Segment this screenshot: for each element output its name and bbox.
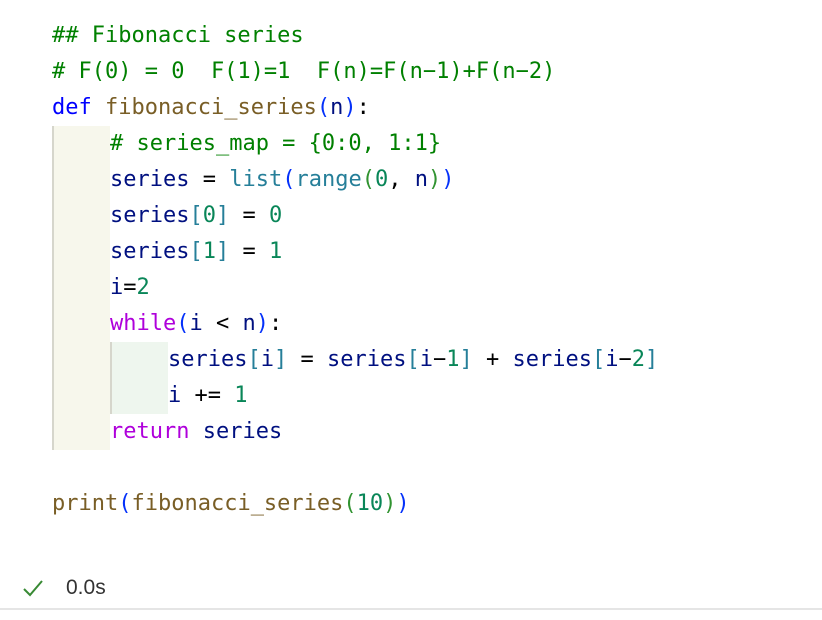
code-token-op: , bbox=[388, 167, 415, 192]
code-token-num: 1 bbox=[268, 239, 283, 264]
code-line: # F(0) = 0 F(1)=1 F(n)=F(n−1)+F(n−2) bbox=[52, 54, 658, 90]
check-icon bbox=[22, 577, 44, 599]
code-token-op: += bbox=[181, 383, 235, 408]
code-token-builtin: list bbox=[229, 167, 283, 192]
code-token-num: 0 bbox=[268, 203, 283, 228]
code-token-op: < bbox=[202, 311, 243, 336]
code-token-num: 0 bbox=[202, 203, 216, 228]
code-token-num: 2 bbox=[136, 275, 150, 300]
code-token-comment: ## Fibonacci series bbox=[52, 23, 304, 48]
code-token-paren1: ) bbox=[396, 491, 410, 516]
code-token-paren2: ) bbox=[427, 167, 442, 192]
code-token-num: 1 bbox=[202, 239, 216, 264]
code-token-num: 1 bbox=[234, 383, 248, 408]
code-token-op: − bbox=[618, 347, 632, 372]
code-token-var: i bbox=[419, 347, 433, 372]
code-token-var: i bbox=[189, 311, 203, 336]
code-token-var: series bbox=[168, 347, 248, 372]
code-token-op: − bbox=[432, 347, 447, 372]
code-token-op: : bbox=[356, 95, 370, 120]
code-token-op bbox=[92, 95, 105, 120]
code-token-paren2: ( bbox=[361, 167, 375, 192]
code-token-num: 1 bbox=[446, 347, 460, 372]
code-token-var: i bbox=[260, 347, 274, 372]
code-token-op: = bbox=[123, 275, 137, 300]
code-token-paren1: ( bbox=[118, 491, 132, 516]
code-line: series = list(range(0, n)) bbox=[52, 162, 658, 198]
code-token-op: + bbox=[472, 347, 513, 372]
code-token-comment: # series_map = {0:0, 1:1} bbox=[110, 131, 442, 156]
code-token-op: : bbox=[268, 311, 283, 336]
code-token-num: 0 bbox=[374, 167, 389, 192]
code-line: i += 1 bbox=[52, 378, 658, 414]
code-token-paren1: ( bbox=[316, 95, 331, 120]
code-token-op bbox=[189, 419, 202, 444]
cell-divider bbox=[0, 608, 822, 610]
code-line: def fibonacci_series(n): bbox=[52, 90, 658, 126]
code-token-builtin: [ bbox=[406, 347, 420, 372]
code-token-paren1: ) bbox=[441, 167, 455, 192]
code-line: i=2 bbox=[52, 270, 658, 306]
code-token-op: = bbox=[229, 239, 269, 264]
code-token-var: series bbox=[202, 419, 283, 444]
code-token-var: series bbox=[512, 347, 592, 372]
code-token-paren2: ( bbox=[343, 491, 357, 516]
code-token-op: = bbox=[229, 203, 269, 228]
code-token-builtin: range bbox=[295, 167, 362, 192]
code-editor[interactable]: ## Fibonacci series # F(0) = 0 F(1)=1 F(n… bbox=[52, 18, 658, 522]
code-token-builtin: [ bbox=[247, 347, 261, 372]
code-line: ## Fibonacci series bbox=[52, 18, 658, 54]
code-line: series[0] = 0 bbox=[52, 198, 658, 234]
code-token-var: n bbox=[414, 167, 428, 192]
code-token-control: return bbox=[110, 419, 190, 444]
code-token-builtin: [ bbox=[591, 347, 606, 372]
code-token-paren1: ( bbox=[176, 311, 190, 336]
execution-status: 0.0s bbox=[22, 574, 106, 602]
code-token-builtin: ] bbox=[215, 203, 230, 228]
code-token-var: series bbox=[110, 203, 190, 228]
code-token-var: series bbox=[326, 347, 407, 372]
code-token-func: print bbox=[52, 491, 119, 516]
code-token-builtin: [ bbox=[189, 203, 203, 228]
code-token-builtin: ] bbox=[459, 347, 473, 372]
code-token-op: = bbox=[287, 347, 327, 372]
code-token-control: while bbox=[110, 311, 177, 336]
code-line: return series bbox=[52, 414, 658, 450]
code-line: # series_map = {0:0, 1:1} bbox=[52, 126, 658, 162]
code-token-builtin: [ bbox=[189, 239, 203, 264]
code-token-comment: # F(0) = 0 F(1)=1 F(n)=F(n−1)+F(n−2) bbox=[52, 59, 556, 84]
code-token-keyword: def bbox=[52, 95, 92, 120]
code-token-paren1: ) bbox=[343, 95, 357, 120]
code-token-num: 2 bbox=[631, 347, 645, 372]
code-token-var: i bbox=[168, 383, 182, 408]
code-token-builtin: ] bbox=[215, 239, 230, 264]
code-token-builtin: ] bbox=[273, 347, 288, 372]
code-token-func: fibonacci_series bbox=[131, 491, 344, 516]
code-token-var: i bbox=[110, 275, 124, 300]
code-line: while(i < n): bbox=[52, 306, 658, 342]
execution-duration: 0.0s bbox=[66, 576, 106, 599]
code-token-builtin: ] bbox=[644, 347, 659, 372]
code-line: print(fibonacci_series(10)) bbox=[52, 486, 658, 522]
code-line: series[1] = 1 bbox=[52, 234, 658, 270]
code-token-var: series bbox=[110, 167, 190, 192]
notebook-code-cell[interactable]: ## Fibonacci series # F(0) = 0 F(1)=1 F(n… bbox=[0, 0, 822, 610]
code-token-op: = bbox=[189, 167, 230, 192]
code-token-paren2: ) bbox=[383, 491, 397, 516]
code-token-num: 10 bbox=[356, 491, 384, 516]
code-token-var: n bbox=[330, 95, 344, 120]
code-token-paren1: ) bbox=[255, 311, 269, 336]
code-token-var: n bbox=[242, 311, 256, 336]
code-token-var: i bbox=[605, 347, 619, 372]
code-line: series[i] = series[i−1] + series[i−2] bbox=[52, 342, 658, 378]
code-token-paren1: ( bbox=[282, 167, 296, 192]
code-token-var: series bbox=[110, 239, 190, 264]
code-token-func: fibonacci_series bbox=[105, 95, 317, 120]
